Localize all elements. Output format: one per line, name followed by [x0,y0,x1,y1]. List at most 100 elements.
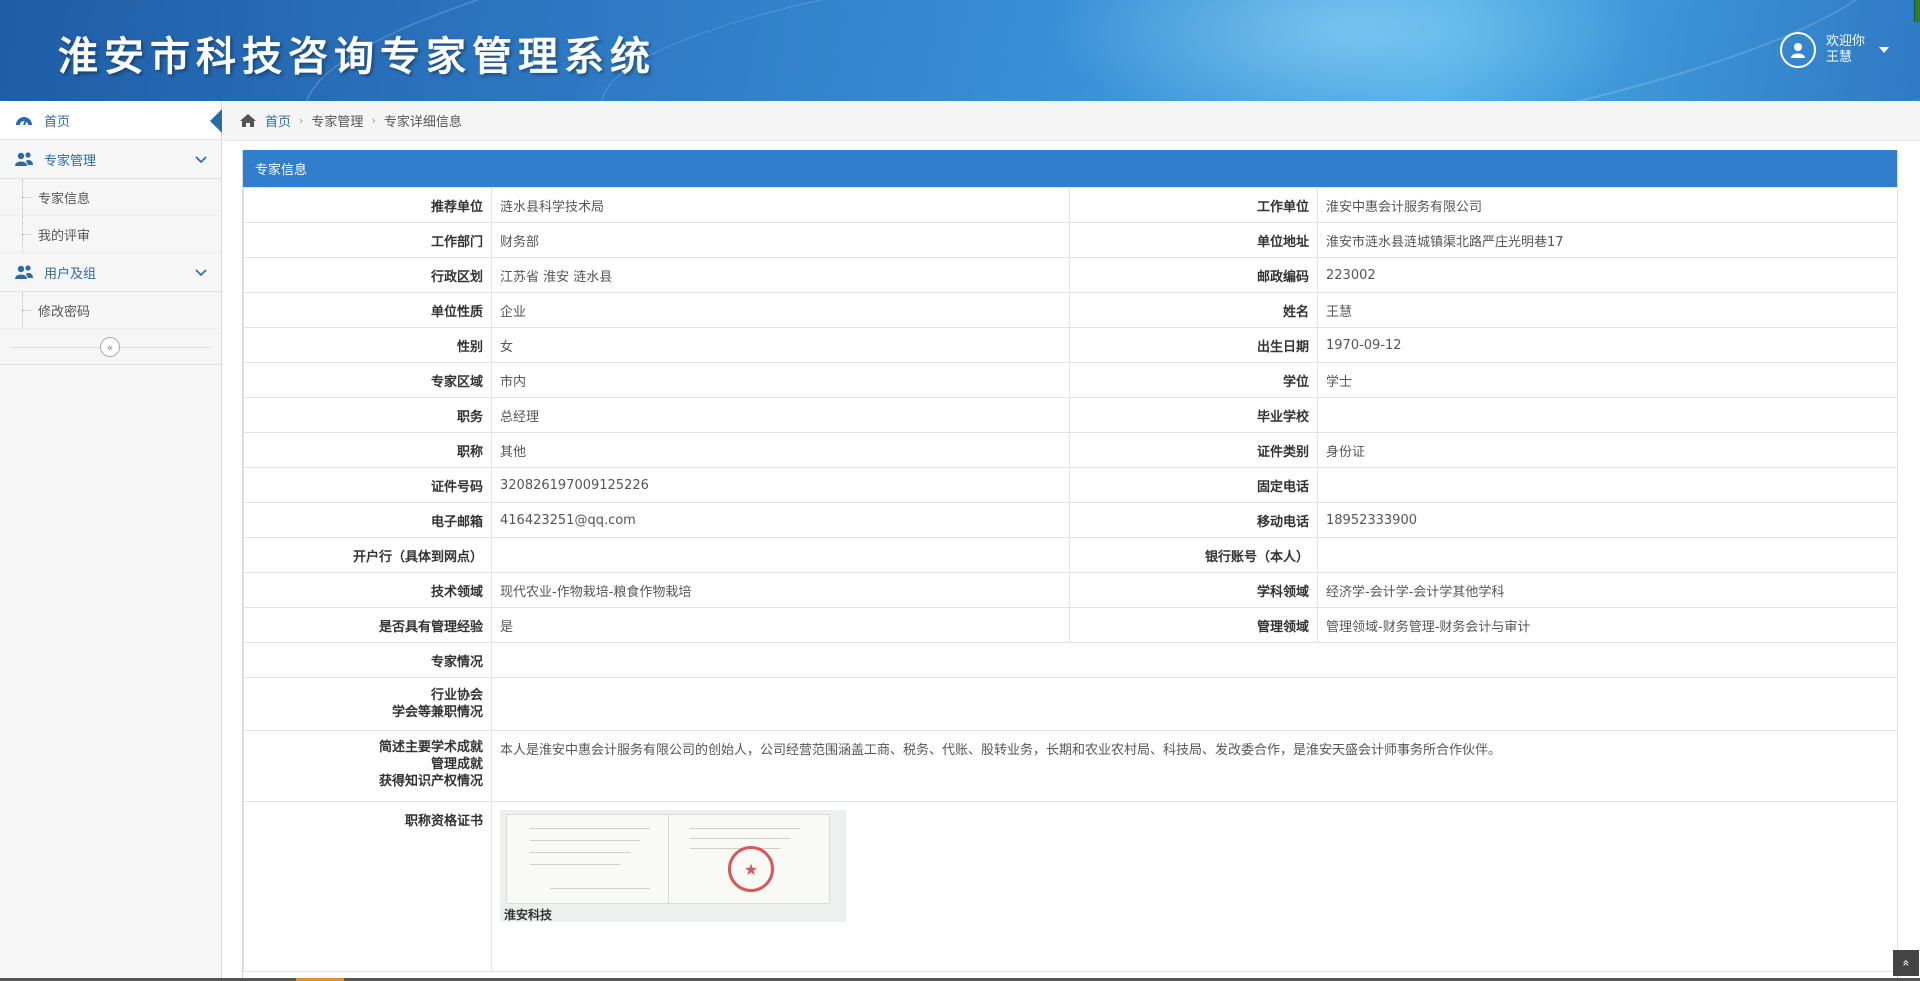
field-label: 毕业学校 [1069,397,1318,433]
sidebar-item-label: 首页 [44,114,71,130]
field-value: 其他 [491,432,1070,468]
field-value: 淮安中惠会计服务有限公司 [1317,187,1898,223]
back-to-top-button[interactable]: » [1893,950,1919,976]
field-value [1317,467,1898,503]
sidebar-subitem-change-password[interactable]: 修改密码 [0,292,221,329]
field-label: 工作单位 [1069,187,1318,223]
certificate-line [690,838,790,839]
field-value: 市内 [491,362,1070,398]
table-row: 行业协会 学会等兼职情况 [243,677,1898,731]
field-label: 推荐单位 [243,187,492,223]
field-label: 简述主要学术成就 管理成就 获得知识产权情况 [243,730,492,802]
user-greeting: 欢迎你 王慧 [1826,34,1865,66]
field-label: 学位 [1069,362,1318,398]
field-value: 本人是淮安中惠会计服务有限公司的创始人，公司经营范围涵盖工商、税务、代账、股转业… [491,730,1898,802]
certificate-watermark: 淮安科技 [504,908,553,922]
breadcrumb-current: 专家详细信息 [383,115,462,130]
sidebar-collapse-row: « [0,329,221,365]
field-value: 女 [491,327,1070,363]
sidebar-subitem-my-review[interactable]: 我的评审 [0,216,221,253]
field-label: 行政区划 [243,257,492,293]
chevron-down-icon[interactable] [195,266,207,281]
users-icon [14,151,34,167]
field-value: 财务部 [491,222,1070,258]
sidebar-item-label: 用户及组 [44,266,97,282]
username-text: 王慧 [1826,50,1853,65]
expert-info-table: 推荐单位 涟水县科学技术局 工作单位 淮安中惠会计服务有限公司 工作部门 财务部 单位地址淮… [243,187,1898,972]
table-row: 开户行（具体到网点） 银行账号（本人） [243,537,1898,573]
table-row: 专家区域 市内 学位 学士 [243,362,1898,398]
table-row: 性别女出生日期 1970-09-12 [243,327,1898,363]
sidebar-item-home[interactable]: 首页 [0,101,222,140]
breadcrumb: 首页 › 专家管理 › 专家详细信息 [223,101,1920,141]
sidebar: 首页 专家管理 专家信息 我的评审 用户及组 修改密码 « [0,101,222,981]
certificate-image[interactable]: ★ 淮安科技 [500,810,846,922]
sidebar-subitem-expert-info[interactable]: 专家信息 [0,179,221,216]
certificate-line [530,828,650,829]
field-value: 江苏省 淮安 涟水县 [491,257,1070,293]
table-row: 工作部门 财务部 单位地址 淮安市涟水县涟城镇渠北路严庄光明巷17 [243,222,1898,258]
dashboard-icon [14,112,34,128]
label-line: 管理成就 [430,757,483,772]
field-label: 管理领域 [1069,607,1318,643]
user-menu[interactable]: 欢迎你 王慧 [1780,30,1890,70]
app-title: 淮安市科技咨询专家管理系统 [58,33,656,80]
field-label: 是否具有管理经验 [243,607,492,643]
certificate-line [530,840,640,841]
field-value: 身份证 [1317,432,1898,468]
field-value: 现代农业-作物栽培-粮食作物栽培 [491,572,1070,608]
field-value [1317,537,1898,573]
field-label: 专家区域 [243,362,492,398]
table-row: 行政区划 江苏省 淮安 涟水县 邮政编码 223002 [243,257,1898,293]
field-value: 18952333900 [1317,502,1898,538]
chevron-right-icon: › [299,114,304,127]
field-label: 银行账号（本人） [1069,537,1318,573]
field-label: 工作部门 [243,222,492,258]
field-label: 电子邮箱 [243,502,492,538]
user-avatar-icon [1780,32,1816,68]
table-row: 证件号码 320826197009125226 固定电话 [243,467,1898,503]
field-value [491,677,1898,731]
header-decoration [1050,0,1650,101]
certificate-line [550,888,650,889]
field-value: 涟水县科学技术局 [491,187,1070,223]
users-icon [14,264,34,280]
label-line: 学会等兼职情况 [391,705,483,720]
field-label: 证件类别 [1069,432,1318,468]
field-value: 管理领域-财务管理-财务会计与审计 [1317,607,1898,643]
label-line: 行业协会 [430,688,483,703]
table-row: 职称资格证书 ★ 淮安科技 [243,801,1898,972]
official-seal-icon: ★ [728,846,774,892]
certificate-line [690,848,780,849]
sidebar-item-expert-management[interactable]: 专家管理 [0,140,221,179]
field-value [491,537,1070,573]
field-value: 总经理 [491,397,1070,433]
field-label: 移动电话 [1069,502,1318,538]
field-value: 企业 [491,292,1070,328]
breadcrumb-home-link[interactable]: 首页 [265,111,291,130]
caret-down-icon[interactable] [1879,47,1890,53]
field-label: 行业协会 学会等兼职情况 [243,677,492,731]
app-header: 淮安市科技咨询专家管理系统 欢迎你 王慧 [0,0,1920,101]
table-row: 单位性质 企业 姓名 王慧 [243,292,1898,328]
sidebar-item-users-groups[interactable]: 用户及组 [0,253,221,292]
field-value: 经济学-会计学-会计学其他学科 [1317,572,1898,608]
field-label: 姓名 [1069,292,1318,328]
panel-title: 专家信息 [243,150,1897,187]
field-label: 固定电话 [1069,467,1318,503]
field-label: 出生日期 [1069,327,1318,363]
breadcrumb-level1: 专家管理 [311,115,364,130]
field-value [1317,397,1898,433]
collapse-sidebar-icon[interactable]: « [100,337,120,357]
table-row: 职务 总经理 毕业学校 [243,397,1898,433]
chevron-down-icon[interactable] [195,153,207,168]
field-value: 是 [491,607,1070,643]
field-value: 320826197009125226 [491,467,1070,503]
field-label: 单位性质 [243,292,492,328]
table-row: 职称 其他 证件类别 身份证 [243,432,1898,468]
field-value: 416423251@qq.com [491,502,1070,538]
scrollbar-thumb[interactable] [1914,0,1920,22]
sidebar-item-label: 专家管理 [44,153,97,169]
field-value: 淮安市涟水县涟城镇渠北路严庄光明巷17 [1317,222,1898,258]
table-row: 技术领域 现代农业-作物栽培-粮食作物栽培 学科领域 经济学-会计学-会计学其他学科 [243,572,1898,608]
